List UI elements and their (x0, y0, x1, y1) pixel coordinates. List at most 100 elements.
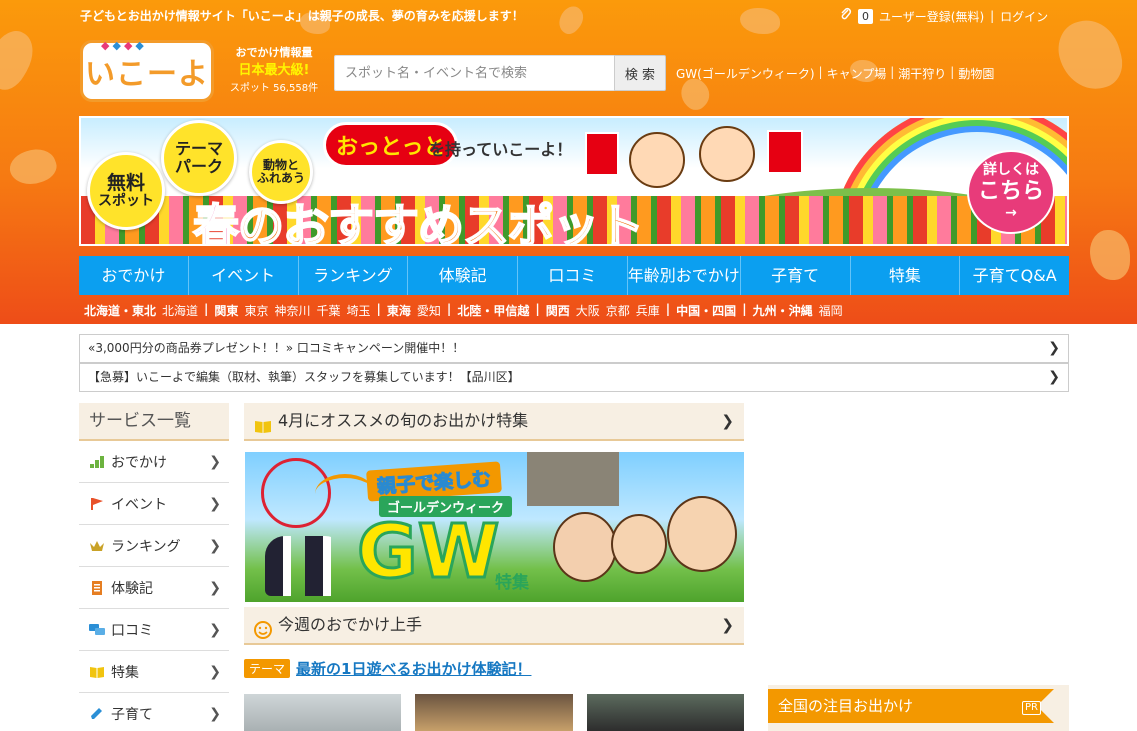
pref-link[interactable]: 神奈川 (274, 302, 310, 319)
separator: | (665, 302, 671, 316)
penguins-graphic (265, 536, 345, 596)
thumbnail-photo[interactable] (587, 694, 744, 731)
pr-heading[interactable]: 全国の注目お出かけ (768, 689, 1054, 723)
sidebar-item-tokushu[interactable]: 特集 ❯ (79, 651, 229, 693)
nav-item-tokushu[interactable]: 特集 (850, 256, 961, 295)
decor-cracker (0, 24, 43, 96)
separator: | (890, 65, 895, 79)
separator: | (204, 302, 209, 316)
notebook-icon (89, 580, 105, 595)
chevron-right-icon: ❯ (209, 453, 221, 470)
region-link[interactable]: 東海 (387, 302, 411, 319)
quick-link-zoo[interactable]: 動物園 (958, 65, 994, 82)
sidebar-item-taikenki[interactable]: 体験記 ❯ (79, 567, 229, 609)
theme-link[interactable]: 最新の1日遊べるお出かけ体験記！ (296, 658, 531, 679)
service-sidebar: サービス一覧 おでかけ ❯ イベント ❯ ランキング ❯ 体験記 ❯ 口コミ ❯… (79, 403, 229, 731)
thumbnail-photo[interactable] (244, 694, 401, 731)
quick-links: GW(ゴールデンウィーク) | キャンプ場 | 潮干狩り | 動物園 (676, 65, 994, 82)
theme-tag: テーマ (244, 659, 291, 678)
nav-item-kosodate[interactable]: 子育て (740, 256, 851, 295)
gw-feature-banner[interactable]: 親子で楽しむ ゴールデンウィーク GW 特集 (245, 452, 744, 602)
smile-icon (254, 616, 272, 639)
quick-link-shiohigari[interactable]: 潮干狩り (898, 65, 946, 82)
sidebar-item-kuchikomi[interactable]: 口コミ ❯ (79, 609, 229, 651)
clip-icon[interactable] (840, 7, 852, 25)
login-link[interactable]: ログイン (1000, 8, 1048, 25)
separator: | (990, 9, 995, 23)
sidebar-item-kosodate[interactable]: 子育て ❯ (79, 693, 229, 731)
register-link[interactable]: ユーザー登録(無料) (879, 8, 984, 25)
notice-campaign[interactable]: «3,000円分の商品券プレゼント！！» 口コミキャンペーン開催中！！ ❯ (79, 334, 1069, 363)
thumbnail-photo[interactable] (415, 694, 573, 731)
search-button[interactable]: 検 索 (614, 55, 666, 91)
nav-item-odekake[interactable]: おでかけ (79, 256, 189, 295)
nav-item-event[interactable]: イベント (188, 256, 299, 295)
sidebar-item-label: 子育て (111, 706, 153, 723)
nav-item-age[interactable]: 年齢別おでかけ (627, 256, 741, 295)
pref-link[interactable]: 埼玉 (346, 302, 370, 319)
info-largest: 日本最大級! (238, 63, 310, 78)
pref-link[interactable]: 愛知 (417, 302, 441, 319)
gw-tokushu: 特集 (495, 573, 529, 593)
theme-park-badge: テーマ パーク (161, 120, 237, 196)
region-link[interactable]: 北陸・甲信越 (457, 302, 529, 319)
sidebar-item-label: イベント (111, 496, 167, 513)
quick-link-gw[interactable]: GW(ゴールデンウィーク) (676, 65, 815, 82)
logo-text: いこーよ (85, 57, 209, 92)
details-button[interactable]: 詳しくは こちら → (967, 150, 1055, 234)
quick-link-camp[interactable]: キャンプ場 (827, 65, 887, 82)
nav-item-taikenki[interactable]: 体験記 (408, 256, 518, 295)
banner-slogan: を持っていこーよ！ (429, 140, 573, 159)
chat-bubbles-icon (89, 623, 105, 637)
sidebar-item-label: 口コミ (111, 622, 153, 639)
feature-heading: 4月にオススメの旬のお出かけ特集 (278, 411, 529, 430)
feature-heading-bar[interactable]: 4月にオススメの旬のお出かけ特集 ❯ (244, 403, 744, 441)
region-link[interactable]: 九州・沖縄 (753, 302, 813, 319)
chevron-right-icon: ❯ (209, 495, 221, 512)
nav-item-ranking[interactable]: ランキング (298, 256, 409, 295)
child-photo (611, 514, 667, 574)
decor-cracker (1090, 230, 1130, 280)
chevron-right-icon: ❯ (721, 616, 734, 634)
header-area: 子どもとお出かけ情報サイト「いこーよ」は親子の成長、夢の育みを応援します！ 0 … (0, 0, 1137, 324)
region-link[interactable]: 北海道・東北 (84, 302, 156, 319)
region-link[interactable]: 関東 (214, 302, 238, 319)
sidebar-item-ranking[interactable]: ランキング ❯ (79, 525, 229, 567)
theme-row: テーマ 最新の1日遊べるお出かけ体験記！ (244, 658, 531, 679)
region-link[interactable]: 中国・四国 (676, 302, 736, 319)
flag-icon (89, 497, 105, 511)
search-form: 検 索 (334, 55, 666, 91)
pencil-icon (89, 707, 105, 721)
pref-link[interactable]: 京都 (606, 302, 630, 319)
pref-link[interactable]: 北海道 (162, 302, 198, 319)
separator: | (535, 302, 540, 316)
pref-link[interactable]: 大阪 (576, 302, 600, 319)
search-input[interactable] (334, 55, 614, 91)
sidebar-item-event[interactable]: イベント ❯ (79, 483, 229, 525)
chevron-right-icon: ❯ (721, 412, 734, 430)
notice-recruit[interactable]: 【急募】いこーよで編集（取材、執筆）スタッフを募集しています！【品川区】 ❯ (79, 363, 1069, 392)
site-tagline: 子どもとお出かけ情報サイト「いこーよ」は親子の成長、夢の育みを応援します！ (80, 9, 524, 23)
clip-count: 0 (858, 8, 873, 24)
chevron-right-icon: ❯ (209, 663, 221, 680)
weekly-heading-bar[interactable]: 今週のおでかけ上手 ❯ (244, 607, 744, 645)
sidebar-item-odekake[interactable]: おでかけ ❯ (79, 441, 229, 483)
region-link[interactable]: 関西 (546, 302, 570, 319)
decor-cracker (553, 2, 589, 38)
crown-icon (89, 539, 105, 553)
snack-box-graphic (767, 130, 803, 174)
spring-spots-banner[interactable]: 無料 スポット テーマ パーク 動物と ふれあう おっとっと を持っていこーよ！… (79, 116, 1069, 246)
chevron-right-icon: ❯ (209, 579, 221, 596)
father-photo (667, 496, 737, 572)
pref-link[interactable]: 福岡 (819, 302, 843, 319)
pref-link[interactable]: 千葉 (316, 302, 340, 319)
chevron-right-icon: ❯ (1048, 369, 1060, 385)
site-logo[interactable]: ◆◆◆◆ いこーよ (80, 39, 214, 102)
nav-item-kuchikomi[interactable]: 口コミ (518, 256, 628, 295)
pref-link[interactable]: 兵庫 (636, 302, 660, 319)
pref-link[interactable]: 東京 (244, 302, 268, 319)
mother-photo (553, 512, 617, 582)
separator: | (818, 65, 823, 79)
nav-item-qa[interactable]: 子育てQ&A (960, 256, 1070, 295)
sidebar-item-label: 特集 (111, 664, 139, 681)
